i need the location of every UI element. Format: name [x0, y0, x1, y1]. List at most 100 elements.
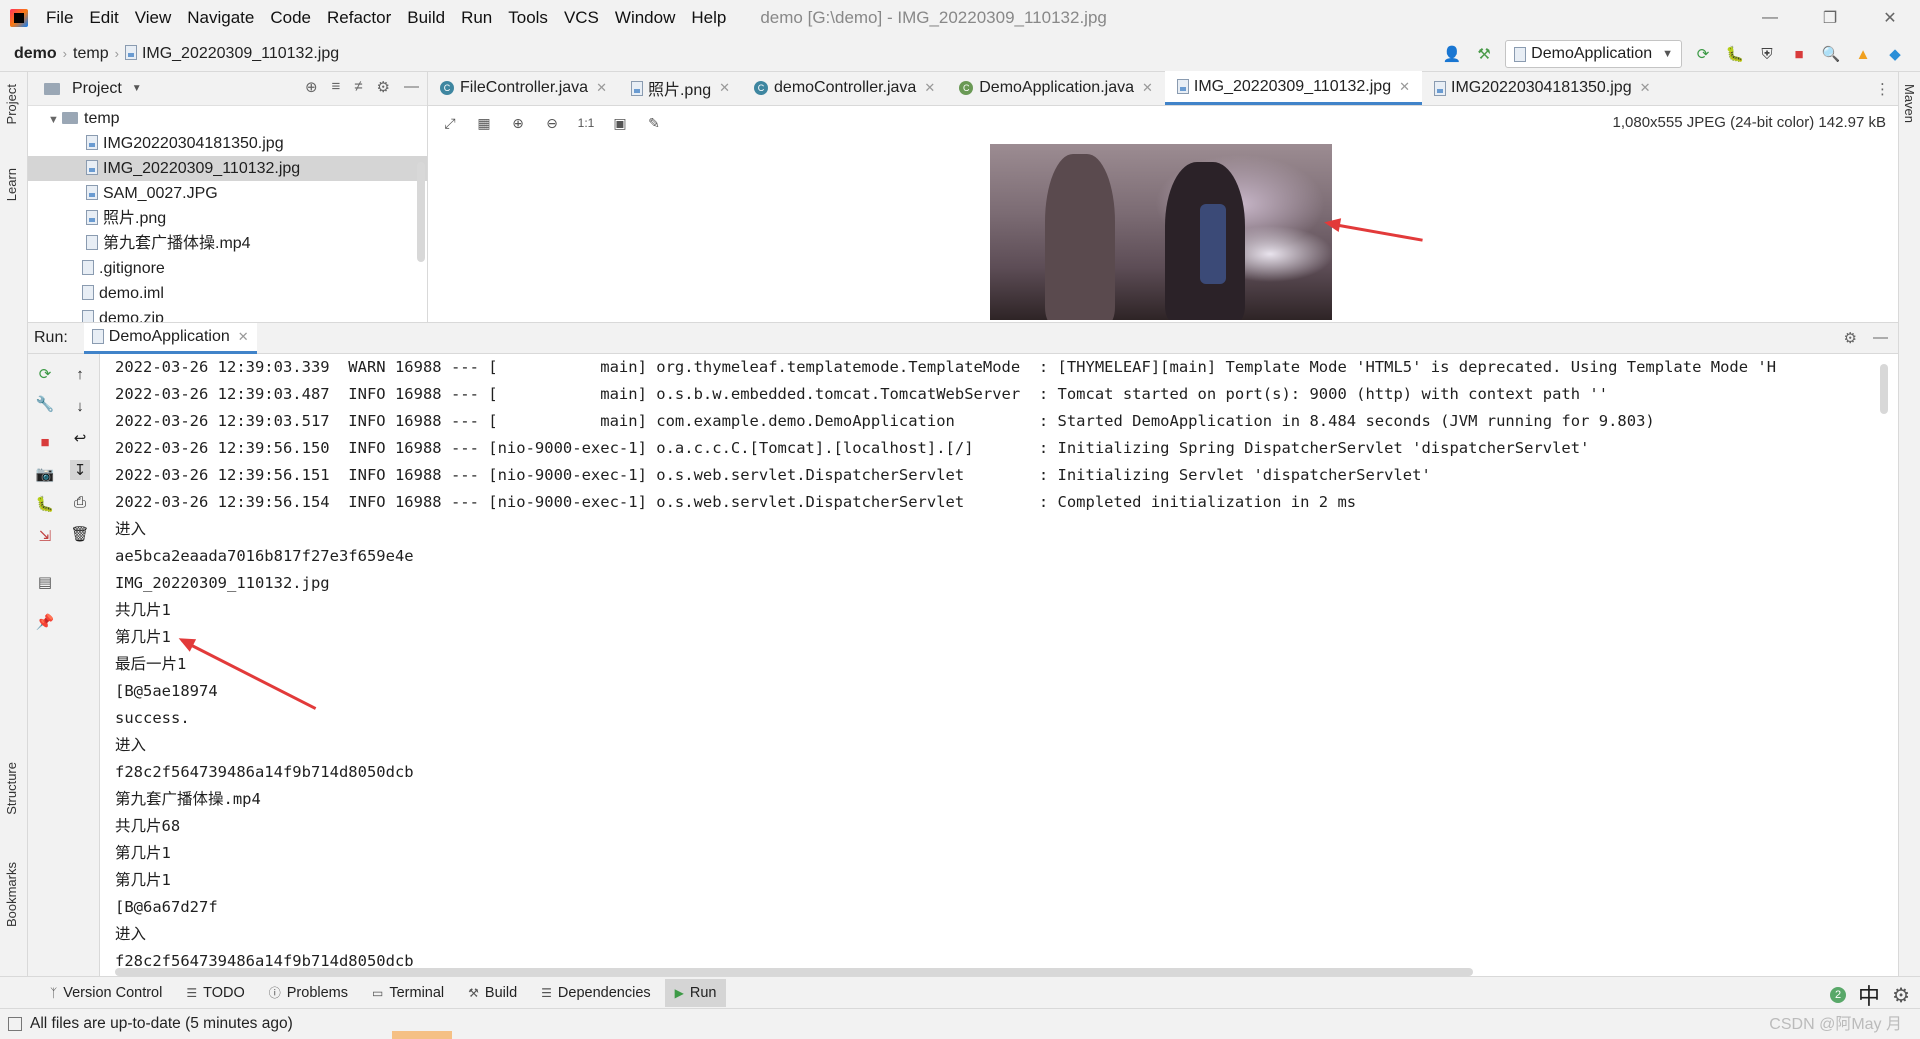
wrench-icon[interactable]: 🔧	[35, 394, 55, 414]
ime-indicator[interactable]: 中	[1858, 979, 1880, 1011]
layout-icon[interactable]: ▤	[35, 572, 55, 592]
close-icon[interactable]: ✕	[1640, 80, 1651, 96]
scroll-to-end-icon[interactable]: ↧	[70, 460, 90, 480]
soft-wrap-icon[interactable]: ↩	[70, 428, 90, 448]
project-panel-title[interactable]: Project	[72, 80, 122, 98]
tool-tab-project[interactable]: Project	[4, 84, 19, 124]
toolbox-logo-icon[interactable]: ◆	[1884, 43, 1906, 65]
menu-view[interactable]: View	[127, 0, 180, 36]
debug-icon[interactable]: 🐛	[35, 494, 55, 514]
editor-tab[interactable]: 照片.png ✕	[619, 71, 742, 105]
hide-icon[interactable]: —	[404, 78, 419, 96]
tab-problems[interactable]: ⓘ Problems	[259, 979, 358, 1007]
menu-vcs[interactable]: VCS	[556, 0, 607, 36]
breadcrumb-file[interactable]: IMG_20220309_110132.jpg	[119, 44, 345, 63]
editor-tab-active[interactable]: IMG_20220309_110132.jpg ✕	[1164, 71, 1422, 105]
more-vertical-icon[interactable]: ⋮	[1875, 80, 1890, 98]
menu-refactor[interactable]: Refactor	[319, 0, 399, 36]
console-horizontal-scrollbar[interactable]	[115, 968, 1473, 976]
background-icon[interactable]: ▣	[610, 113, 630, 133]
tree-item-file[interactable]: 第九套广播体操.mp4	[28, 231, 427, 256]
arrow-up-icon[interactable]: ↑	[70, 364, 90, 384]
tab-build[interactable]: ⚒ Build	[458, 979, 527, 1007]
editor-tab[interactable]: CdemoController.java ✕	[742, 71, 947, 105]
actual-size-button[interactable]: 1:1	[576, 113, 596, 133]
locate-icon[interactable]: ⊕	[305, 78, 318, 96]
close-icon[interactable]: ✕	[1860, 0, 1920, 36]
tree-item-file[interactable]: demo.iml	[28, 281, 427, 306]
menu-build[interactable]: Build	[399, 0, 453, 36]
minimize-icon[interactable]: —	[1740, 0, 1800, 36]
editor-tab[interactable]: IMG20220304181350.jpg ✕	[1422, 71, 1663, 105]
stop-icon[interactable]: ■	[1788, 43, 1810, 65]
close-icon[interactable]: ✕	[596, 80, 607, 96]
menu-navigate[interactable]: Navigate	[179, 0, 262, 36]
tab-dependencies[interactable]: ☰ Dependencies	[531, 979, 660, 1007]
project-scrollbar[interactable]	[417, 162, 425, 262]
close-icon[interactable]: ✕	[238, 329, 249, 345]
run-tab-demoapplication[interactable]: DemoApplication ✕	[83, 322, 257, 354]
tree-item-file[interactable]: 照片.png	[28, 206, 427, 231]
arrow-down-icon[interactable]: ↓	[70, 396, 90, 416]
debug-icon[interactable]: 🐛	[1724, 43, 1746, 65]
expand-all-icon[interactable]: ≡	[332, 78, 341, 96]
close-icon[interactable]: ✕	[1142, 80, 1153, 96]
window-toggle-icon[interactable]	[8, 1017, 22, 1031]
fit-zoom-icon[interactable]: ⤢	[440, 113, 460, 133]
rerun-icon[interactable]: ⟳	[35, 364, 55, 384]
print-icon[interactable]: ⎙	[70, 492, 90, 512]
grid-icon[interactable]: ▦	[474, 113, 494, 133]
console-output[interactable]: 2022-03-26 12:39:03.339 WARN 16988 --- […	[100, 354, 1890, 976]
menu-window[interactable]: Window	[607, 0, 683, 36]
update-icon[interactable]: ▲	[1852, 43, 1874, 65]
editor-tab[interactable]: C FileController.java ✕	[428, 71, 619, 105]
chevron-down-icon[interactable]: ▼	[132, 83, 142, 94]
menu-run[interactable]: Run	[453, 0, 500, 36]
tab-run[interactable]: ▶ Run	[664, 978, 727, 1007]
gear-icon[interactable]: ⚙	[377, 78, 390, 96]
tool-tab-learn[interactable]: Learn	[4, 168, 19, 201]
camera-icon[interactable]: 📷	[35, 464, 55, 484]
editor-tab[interactable]: C DemoApplication.java ✕	[947, 71, 1165, 105]
close-icon[interactable]: ✕	[1399, 79, 1410, 95]
tree-item-file[interactable]: demo.zip	[28, 306, 427, 322]
tree-item-file[interactable]: .gitignore	[28, 256, 427, 281]
collapse-all-icon[interactable]: ≠	[354, 78, 362, 96]
stop-icon[interactable]: ■	[35, 432, 55, 452]
tab-todo[interactable]: ☰ TODO	[176, 979, 254, 1007]
breadcrumb-folder[interactable]: temp	[67, 45, 115, 63]
close-icon[interactable]: ✕	[719, 80, 730, 96]
hide-icon[interactable]: —	[1873, 329, 1888, 347]
tree-item-file[interactable]: SAM_0027.JPG	[28, 181, 427, 206]
color-picker-icon[interactable]: ✎	[644, 113, 664, 133]
run-configuration-select[interactable]: DemoApplication ▼	[1505, 40, 1682, 68]
tree-item-file-selected[interactable]: IMG_20220309_110132.jpg	[28, 156, 427, 181]
tree-item-file[interactable]: IMG20220304181350.jpg	[28, 131, 427, 156]
trash-icon[interactable]: 🗑	[70, 524, 90, 544]
gear-icon[interactable]: ⚙	[1892, 983, 1910, 1008]
tool-tab-bookmarks[interactable]: Bookmarks	[4, 862, 19, 927]
user-icon[interactable]: 👤	[1441, 43, 1463, 65]
console-vertical-scrollbar[interactable]	[1880, 364, 1888, 414]
chevron-down-icon[interactable]: ▼	[48, 108, 62, 133]
pin-icon[interactable]: 📌	[35, 612, 55, 632]
menu-file[interactable]: File	[38, 0, 81, 36]
coverage-icon[interactable]: ⛨	[1756, 43, 1778, 65]
zoom-out-icon[interactable]: ⊖	[542, 113, 562, 133]
search-icon[interactable]: 🔍	[1820, 43, 1842, 65]
menu-help[interactable]: Help	[683, 0, 734, 36]
close-icon[interactable]: ✕	[924, 80, 935, 96]
tree-item-temp[interactable]: ▼ temp	[28, 106, 427, 131]
exit-icon[interactable]: ⇲	[35, 526, 55, 546]
menu-edit[interactable]: Edit	[81, 0, 126, 36]
build-hammer-icon[interactable]: ⚒	[1473, 43, 1495, 65]
rerun-icon[interactable]: ⟳	[1692, 43, 1714, 65]
zoom-in-icon[interactable]: ⊕	[508, 113, 528, 133]
gear-icon[interactable]: ⚙	[1844, 329, 1857, 347]
tab-terminal[interactable]: ▭ Terminal	[362, 979, 454, 1007]
tool-tab-structure[interactable]: Structure	[4, 762, 19, 815]
notification-badge[interactable]: 2	[1830, 987, 1847, 1003]
restore-icon[interactable]: ❐	[1800, 0, 1860, 36]
menu-code[interactable]: Code	[262, 0, 319, 36]
tab-version-control[interactable]: ᛉ Version Control	[40, 979, 172, 1007]
